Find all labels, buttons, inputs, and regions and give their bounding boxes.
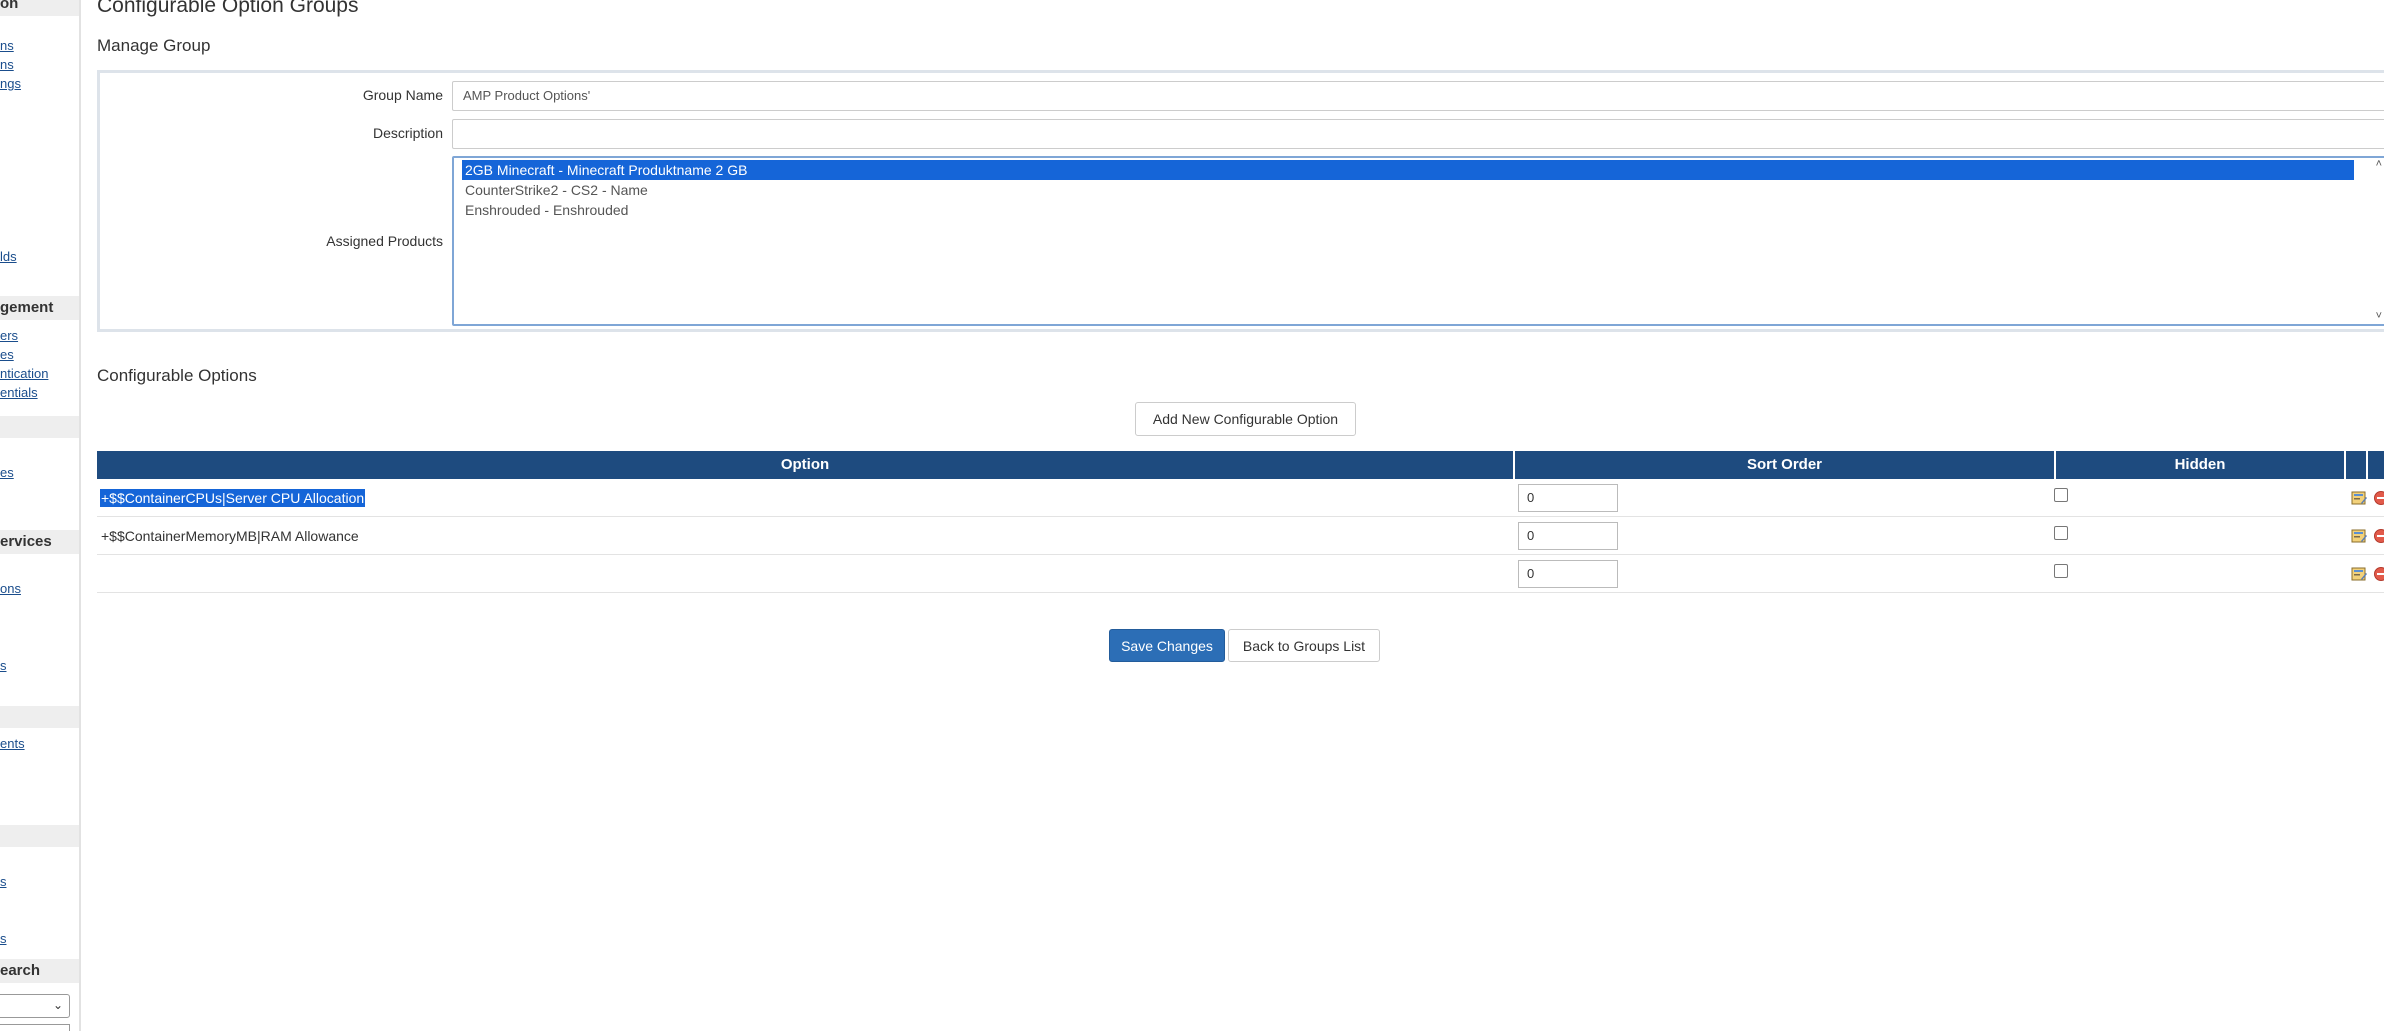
sort-order-input[interactable]: 0 [1518,560,1618,588]
assigned-products-listbox[interactable]: 2GB Minecraft - Minecraft Produktname 2 … [452,156,2384,326]
sidebar-search-select[interactable]: ⌄ [0,994,70,1018]
edit-icon[interactable] [2351,567,2367,581]
description-label: Description [372,125,443,141]
description-input[interactable] [452,119,2384,149]
group-name-label: Group Name [362,87,443,103]
sidebar-link[interactable]: ents [0,736,25,752]
delete-icon[interactable] [2374,567,2384,581]
sidebar-heading-search: earch [0,959,79,983]
sidebar-link[interactable]: ons [0,581,21,597]
delete-icon[interactable] [2374,529,2384,543]
column-header-delete [2368,451,2384,479]
table-row: 0 [97,555,2384,593]
listbox-option[interactable]: Enshrouded - Enshrouded [462,200,628,220]
hidden-checkbox[interactable] [2054,526,2068,540]
column-header-sort-order: Sort Order [1515,451,2056,479]
option-name: +$$ContainerCPUs|Server CPU Allocation [100,489,366,507]
sidebar-section-divider [0,706,79,728]
listbox-option-selected[interactable]: 2GB Minecraft - Minecraft Produktname 2 … [462,160,2354,180]
sidebar-heading-services: ervices [0,530,79,554]
sidebar: on ns ns ngs lds gement ers es ntication… [0,0,81,1031]
scroll-down-icon[interactable]: ˅ [2376,310,2382,322]
sidebar-link[interactable]: ntication [0,366,48,382]
main-content: Configurable Option Groups Manage Group … [97,0,2384,1031]
listbox-option[interactable]: CounterStrike2 - CS2 - Name [462,180,648,200]
sidebar-link[interactable]: es [0,465,14,481]
sidebar-link[interactable]: ns [0,38,14,54]
option-name [100,565,102,567]
table-row: +$$ContainerCPUs|Server CPU Allocation 0 [97,479,2384,517]
sidebar-section-divider [0,825,79,847]
sidebar-link[interactable]: es [0,347,14,363]
manage-group-title: Manage Group [97,36,211,55]
save-changes-button[interactable]: Save Changes [1109,629,1225,662]
column-header-hidden: Hidden [2056,451,2346,479]
sidebar-link[interactable]: s [0,874,7,890]
sidebar-section-divider [0,416,79,438]
sort-order-input[interactable]: 0 [1518,484,1618,512]
chevron-down-icon: ⌄ [52,998,63,1012]
sort-order-input[interactable]: 0 [1518,522,1618,550]
sidebar-link[interactable]: ngs [0,76,21,92]
page-title: Configurable Option Groups [97,0,359,17]
sidebar-heading-management: gement [0,296,79,320]
sidebar-link[interactable]: lds [0,249,17,265]
column-header-edit [2346,451,2368,479]
sidebar-link[interactable]: ns [0,57,14,73]
sidebar-link[interactable]: entials [0,385,38,401]
sidebar-link[interactable]: ers [0,328,18,344]
manage-group-form: Group Name AMP Product Options' Descript… [97,70,2384,332]
column-header-option: Option [97,451,1515,479]
table-row: +$$ContainerMemoryMB|RAM Allowance 0 [97,517,2384,555]
sidebar-link[interactable]: s [0,931,7,947]
table-header: Option Sort Order Hidden [97,451,2384,479]
assigned-products-label: Assigned Products [326,233,443,249]
sidebar-heading-1: on [0,0,79,16]
configurable-options-title: Configurable Options [97,366,257,385]
group-name-input[interactable]: AMP Product Options' [452,81,2384,111]
option-name: +$$ContainerMemoryMB|RAM Allowance [101,528,359,544]
hidden-checkbox[interactable] [2054,564,2068,578]
delete-icon[interactable] [2374,491,2384,505]
back-to-groups-button[interactable]: Back to Groups List [1228,629,1380,662]
sidebar-link[interactable]: s [0,658,7,674]
edit-icon[interactable] [2351,491,2367,505]
scroll-up-icon[interactable]: ˄ [2376,158,2382,170]
add-configurable-option-button[interactable]: Add New Configurable Option [1135,402,1356,436]
sidebar-search-input[interactable] [0,1024,70,1031]
edit-icon[interactable] [2351,529,2367,543]
hidden-checkbox[interactable] [2054,488,2068,502]
